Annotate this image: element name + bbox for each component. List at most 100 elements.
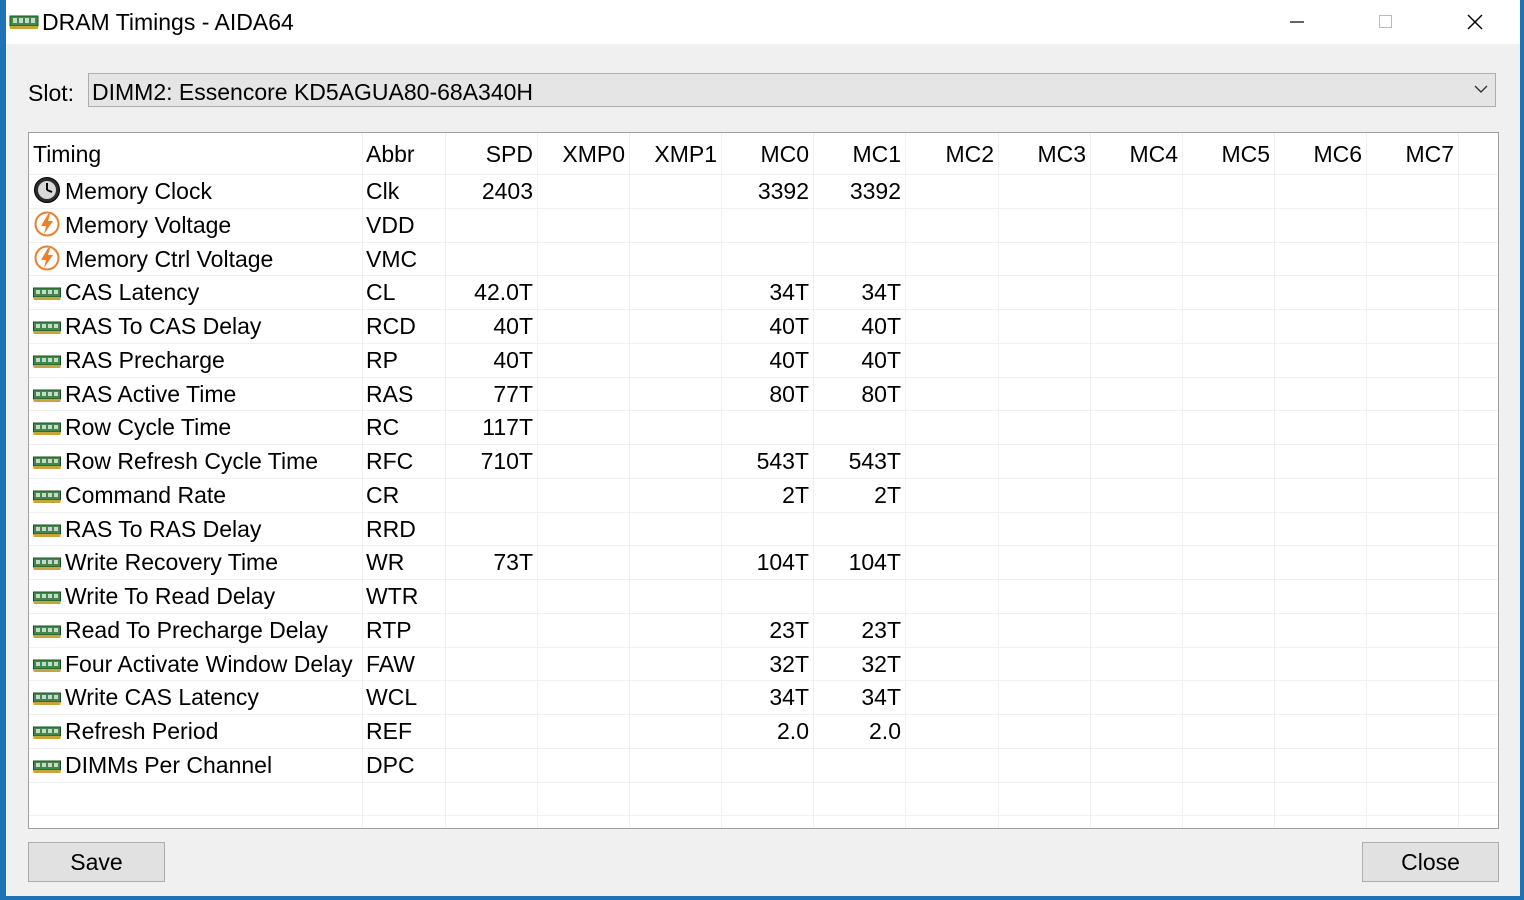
timing-name: Four Activate Window Delay (65, 650, 353, 677)
table-row[interactable]: RAS Precharge RP 40T 40T 40T (29, 343, 1498, 377)
timing-abbr: RCD (366, 313, 416, 339)
memory-module-icon (33, 554, 61, 578)
title-bar[interactable]: DRAM Timings - AIDA64 (6, 0, 1520, 44)
timing-abbr: RRD (366, 515, 416, 542)
timing-abbr: Clk (366, 178, 400, 204)
memory-module-icon (9, 12, 39, 37)
slot-label: Slot: (28, 80, 75, 106)
timing-abbr: RC (366, 414, 400, 441)
timing-abbr: CR (366, 481, 400, 508)
timing-value-mc1: 2.0 (869, 718, 901, 744)
timing-name: RAS To RAS Delay (65, 515, 262, 542)
timing-abbr: DPC (366, 751, 415, 778)
timing-value-mc0: 32T (769, 650, 809, 677)
timing-value-mc0: 3392 (757, 178, 809, 204)
memory-module-icon (33, 588, 61, 612)
table-row[interactable]: CAS Latency CL 42.0T 34T 34T (29, 275, 1498, 309)
column-header[interactable]: MC5 (1221, 141, 1270, 168)
timing-value-mc1: 543T (848, 448, 901, 474)
table-row[interactable]: Refresh Period REF 2.0 2.0 (29, 714, 1498, 748)
timing-value-mc0: 2.0 (777, 718, 809, 744)
column-header[interactable]: MC2 (945, 141, 994, 168)
timing-value-mc0: 23T (769, 616, 809, 643)
timing-abbr: RTP (366, 616, 412, 643)
close-button[interactable]: Close (1362, 842, 1499, 882)
column-header[interactable]: MC4 (1129, 141, 1178, 168)
timings-table[interactable]: Timing Abbr SPD XMP0 XMP1 MC0 MC1 MC2 MC3 MC4 MC5 M… (28, 132, 1499, 829)
timing-value-mc1: 34T (861, 684, 901, 711)
table-row[interactable]: Row Refresh Cycle Time RFC 710T 543T 543T (29, 444, 1498, 478)
column-header[interactable]: XMP1 (654, 141, 717, 168)
column-header[interactable]: MC6 (1313, 141, 1362, 168)
table-row[interactable]: RAS To RAS Delay RRD (29, 512, 1498, 546)
table-row[interactable]: Write CAS Latency WCL 34T 34T (29, 680, 1498, 714)
timing-value-mc0: 104T (756, 549, 809, 576)
timing-value-mc0: 80T (769, 380, 809, 407)
table-row[interactable]: Memory Ctrl Voltage VMC (29, 242, 1498, 276)
timing-name: RAS To CAS Delay (65, 313, 262, 339)
column-header[interactable]: MC7 (1405, 141, 1454, 168)
timing-value-spd: 42.0T (474, 279, 533, 306)
table-row[interactable]: RAS To CAS Delay RCD 40T 40T 40T (29, 309, 1498, 343)
table-row[interactable]: Command Rate CR 2T 2T (29, 478, 1498, 512)
row-separator (29, 815, 1498, 817)
dram-timings-window: DRAM Timings - AIDA64 Slot: DIMM2: Essen… (6, 0, 1522, 896)
table-row[interactable]: Row Cycle Time RC 117T (29, 410, 1498, 444)
table-row[interactable]: Memory Clock Clk 2403 3392 3392 (29, 174, 1498, 208)
timing-abbr: VDD (366, 211, 415, 238)
voltage-icon (33, 210, 61, 237)
timing-name: Write To Read Delay (65, 583, 276, 609)
save-button[interactable]: Save (28, 842, 165, 882)
timing-name: DIMMs Per Channel (65, 751, 273, 778)
timing-name: Row Refresh Cycle Time (65, 448, 319, 474)
memory-module-icon (33, 689, 61, 713)
timing-value-mc1: 23T (861, 616, 901, 643)
memory-module-icon (33, 386, 61, 410)
column-header[interactable]: Timing (33, 141, 101, 168)
timing-abbr: WCL (366, 684, 418, 711)
timing-value-spd: 40T (493, 346, 533, 373)
table-row[interactable]: Write Recovery Time WR 73T 104T 104T (29, 545, 1498, 579)
timing-abbr: RP (366, 346, 398, 373)
timing-name: Command Rate (65, 481, 227, 508)
minimize-icon (1290, 21, 1304, 23)
table-row[interactable]: Memory Voltage VDD (29, 208, 1498, 242)
timing-value-mc1: 40T (861, 346, 901, 373)
maximize-icon (1379, 15, 1392, 28)
timing-name: RAS Precharge (65, 346, 225, 373)
timing-name: Memory Ctrl Voltage (65, 245, 274, 272)
timing-value-spd: 77T (493, 380, 533, 407)
chevron-down-icon (1473, 82, 1489, 101)
clock-icon (33, 176, 61, 203)
timing-abbr: CL (366, 279, 396, 306)
timing-abbr: RAS (366, 380, 414, 407)
close-window-button[interactable] (1431, 0, 1519, 44)
timing-value-mc1: 104T (848, 549, 901, 576)
column-header[interactable]: XMP0 (562, 141, 625, 168)
timing-value-mc1: 40T (861, 313, 901, 339)
timing-value-mc0: 34T (769, 684, 809, 711)
timing-value-mc1: 34T (861, 279, 901, 306)
timing-value-spd: 2403 (481, 178, 533, 204)
table-row[interactable]: RAS Active Time RAS 77T 80T 80T (29, 377, 1498, 411)
column-header[interactable]: MC0 (760, 141, 809, 168)
slot-dropdown[interactable]: DIMM2: Essencore KD5AGUA80-68A340H (88, 73, 1496, 107)
timing-value-spd: 73T (493, 549, 533, 576)
column-header[interactable]: MC1 (852, 141, 901, 168)
table-row[interactable]: Four Activate Window Delay FAW 32T 32T (29, 647, 1498, 681)
timing-name: Memory Clock (65, 178, 212, 204)
memory-module-icon (33, 521, 61, 545)
maximize-button[interactable] (1342, 0, 1430, 44)
minimize-button[interactable] (1253, 0, 1341, 44)
timing-value-mc1: 80T (861, 380, 901, 407)
column-header[interactable]: SPD (486, 141, 533, 168)
table-row[interactable]: Write To Read Delay WTR (29, 579, 1498, 613)
memory-module-icon (33, 453, 61, 477)
column-header[interactable]: MC3 (1037, 141, 1086, 168)
table-row[interactable]: DIMMs Per Channel DPC (29, 748, 1498, 782)
timing-value-mc0: 543T (756, 448, 809, 474)
column-header[interactable]: Abbr (366, 141, 415, 168)
table-row[interactable]: Read To Precharge Delay RTP 23T 23T (29, 613, 1498, 647)
timing-name: Refresh Period (65, 718, 219, 744)
timing-value-spd: 40T (493, 313, 533, 339)
